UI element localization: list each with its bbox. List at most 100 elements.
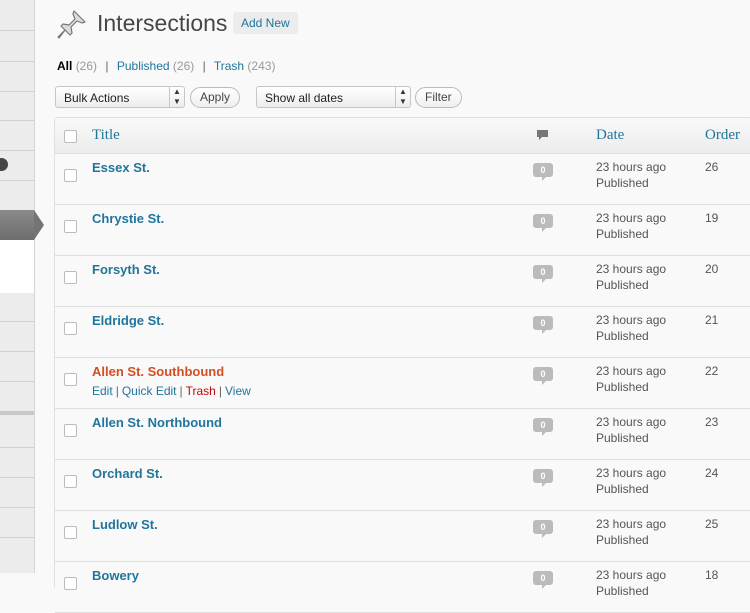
trash-link[interactable]: Trash [186,384,216,398]
row-status: Published [596,227,649,241]
view-filters: All (26) | Published (26) | Trash (243) [57,59,275,73]
row-checkbox[interactable] [64,322,77,335]
table-row: Bowery 0 23 hours ago Published 18 [55,562,750,613]
row-checkbox[interactable] [64,169,77,182]
column-title-header[interactable]: Title [92,127,120,144]
sidebar-count-badge [0,158,8,171]
sidebar-divider [0,447,34,448]
pushpin-icon [57,10,86,39]
action-separator: | [115,384,119,398]
row-status: Published [596,380,649,394]
row-checkbox[interactable] [64,526,77,539]
comment-count-bubble[interactable]: 0 [533,265,553,283]
row-date: 23 hours ago [596,160,667,174]
row-status: Published [596,278,649,292]
row-status: Published [596,431,649,445]
row-status: Published [596,482,649,496]
comment-count-bubble[interactable]: 0 [533,418,553,436]
row-title-link[interactable]: Bowery [92,568,139,583]
row-date: 23 hours ago [596,364,667,378]
row-title-link[interactable]: Orchard St. [92,466,163,481]
row-order: 23 [705,415,719,429]
row-title-link[interactable]: Eldridge St. [92,313,164,328]
column-date-header[interactable]: Date [596,127,624,144]
row-date: 23 hours ago [596,517,667,531]
comment-count-bubble[interactable]: 0 [533,469,553,487]
row-checkbox[interactable] [64,220,77,233]
sidebar-divider [0,381,34,382]
sidebar-divider [0,91,34,92]
sidebar-divider [0,507,34,508]
action-separator: | [218,384,222,398]
select-all-checkbox[interactable] [64,130,77,143]
comment-count-bubble[interactable]: 0 [533,367,553,385]
row-checkbox[interactable] [64,475,77,488]
row-checkbox[interactable] [64,424,77,437]
edit-link[interactable]: Edit [92,384,113,398]
quick-edit-link[interactable]: Quick Edit [122,384,177,398]
row-checkbox[interactable] [64,271,77,284]
row-title-link[interactable]: Allen St. Northbound [92,415,222,430]
table-row: Eldridge St. 0 23 hours ago Published 21 [55,307,750,358]
admin-sidebar [0,0,44,573]
row-order: 24 [705,466,719,480]
view-link[interactable]: View [225,384,251,398]
date-filter-select[interactable]: Show all dates ▲ ▼ [256,86,411,108]
row-actions: Edit | Quick Edit | Trash | View [92,384,251,398]
row-title-link[interactable]: Ludlow St. [92,517,158,532]
view-trash-count: (243) [247,59,276,73]
view-all-link[interactable]: All [57,59,72,73]
row-status: Published [596,584,649,598]
comment-count-bubble[interactable]: 0 [533,316,553,334]
row-status: Published [596,533,649,547]
table-header: Title Date Order [55,118,750,154]
comment-count-bubble[interactable]: 0 [533,163,553,181]
row-title-link[interactable]: Chrystie St. [92,211,164,226]
table-row: Essex St. 0 23 hours ago Published 26 [55,154,750,205]
comment-bubble-icon [537,130,548,140]
row-title-link[interactable]: Essex St. [92,160,150,175]
row-order: 19 [705,211,719,225]
table-row: Ludlow St. 0 23 hours ago Published 25 [55,511,750,562]
apply-button[interactable]: Apply [190,87,241,108]
column-order-header[interactable]: Order [705,127,740,144]
row-checkbox[interactable] [64,373,77,386]
action-separator: | [179,384,183,398]
sidebar-divider [0,120,34,121]
row-title-link[interactable]: Allen St. Southbound [92,364,224,379]
filter-button[interactable]: Filter [415,87,462,108]
row-title-link[interactable]: Forsyth St. [92,262,160,277]
row-date: 23 hours ago [596,262,667,276]
row-date: 23 hours ago [596,466,667,480]
sidebar-submenu [0,240,34,293]
page-title: Intersections [97,10,228,36]
bulk-actions-select[interactable]: Bulk Actions ▲ ▼ [55,86,185,108]
row-date: 23 hours ago [596,415,667,429]
row-order: 25 [705,517,719,531]
comment-count-bubble[interactable]: 0 [533,214,553,232]
view-separator: | [105,59,109,73]
comment-count-bubble[interactable]: 0 [533,520,553,538]
sidebar-divider [0,30,34,31]
sidebar-divider [0,61,34,62]
view-published-link[interactable]: Published [117,59,170,73]
view-separator: | [202,59,206,73]
view-trash-link[interactable]: Trash [214,59,244,73]
bulk-actions-value: Bulk Actions [64,91,130,105]
sidebar-item-active[interactable] [0,210,44,240]
select-arrows-icon: ▲ ▼ [169,87,184,107]
row-order: 26 [705,160,719,174]
comment-count-bubble[interactable]: 0 [533,571,553,589]
row-status: Published [596,176,649,190]
row-date: 23 hours ago [596,568,667,582]
add-new-button[interactable]: Add New [233,12,298,34]
sidebar-divider [0,180,34,181]
sidebar-divider [0,351,34,352]
table-row: Forsyth St. 0 23 hours ago Published 20 [55,256,750,307]
row-order: 21 [705,313,719,327]
posts-table: Title Date Order Essex St. 0 23 hours ag… [54,117,750,613]
sidebar-divider [0,477,34,478]
sidebar-separator [0,411,34,415]
table-row-hovered: Allen St. Southbound Edit | Quick Edit | Tra… [55,358,750,409]
row-checkbox[interactable] [64,577,77,590]
